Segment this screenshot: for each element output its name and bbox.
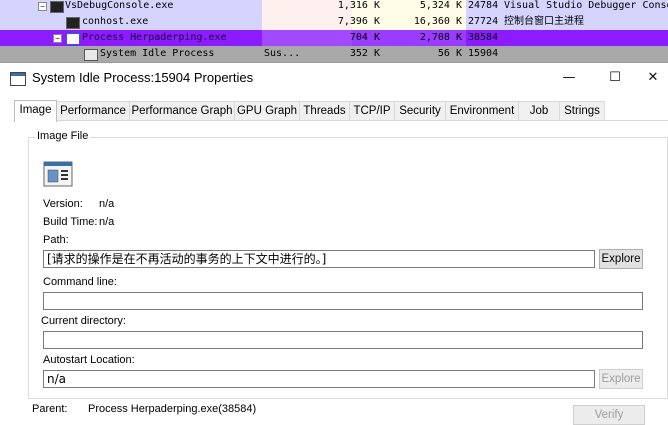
private-bytes: 704 K bbox=[349, 32, 380, 43]
working-set: 56 K bbox=[437, 48, 462, 59]
tab-performance[interactable]: Performance bbox=[56, 101, 130, 121]
build-time-value: n/a bbox=[99, 216, 115, 228]
window-icon bbox=[10, 72, 26, 86]
properties-dialog: System Idle Process:15904 Properties — ☐… bbox=[0, 62, 668, 425]
process-row[interactable]: − VsDebugConsole.exe 1,316 K 5,324 K 247… bbox=[0, 0, 668, 14]
tab-strings[interactable]: Strings bbox=[559, 101, 605, 121]
title-bar[interactable]: System Idle Process:15904 Properties — ☐… bbox=[0, 63, 668, 93]
tab-performance-graph[interactable]: Performance Graph bbox=[129, 101, 235, 121]
command-line-label: Command line: bbox=[43, 276, 117, 288]
process-name: conhost.exe bbox=[82, 16, 149, 27]
tab-gpu-graph[interactable]: GPU Graph bbox=[234, 101, 300, 121]
console-app-icon bbox=[50, 1, 64, 13]
maximize-button[interactable]: ☐ bbox=[592, 66, 638, 90]
collapse-icon[interactable]: − bbox=[38, 2, 47, 11]
image-file-group: Image File Version: n/a Build Time: n/a … bbox=[28, 130, 668, 399]
path-label: Path: bbox=[43, 234, 69, 246]
image-tab-panel: Image File Version: n/a Build Time: n/a … bbox=[14, 120, 668, 425]
version-value: n/a bbox=[99, 198, 115, 210]
current-directory-label: Current directory: bbox=[41, 315, 126, 327]
tab-security[interactable]: Security bbox=[394, 101, 446, 121]
process-name: System Idle Process bbox=[100, 48, 215, 59]
parent-label: Parent: bbox=[32, 403, 68, 415]
tab-environment[interactable]: Environment bbox=[445, 101, 519, 121]
window-title: System Idle Process:15904 Properties bbox=[32, 70, 254, 85]
tab-job[interactable]: Job bbox=[518, 101, 560, 121]
pid: 24784 bbox=[468, 0, 499, 11]
path-field[interactable]: [请求的操作是在不再活动的事务的上下文中进行的。] bbox=[43, 250, 595, 268]
tab-threads[interactable]: Threads bbox=[299, 101, 350, 121]
process-name: Process Herpaderping.exe bbox=[82, 32, 227, 43]
close-button[interactable]: ✕ bbox=[638, 66, 668, 90]
autostart-label: Autostart Location: bbox=[43, 354, 135, 366]
current-directory-field[interactable] bbox=[43, 331, 643, 349]
process-list: − VsDebugConsole.exe 1,316 K 5,324 K 247… bbox=[0, 0, 668, 62]
private-bytes: 352 K bbox=[349, 48, 380, 59]
build-time-label: Build Time: bbox=[43, 216, 98, 228]
app-window-icon bbox=[66, 33, 80, 45]
pid: 15904 bbox=[468, 48, 499, 59]
private-bytes: 7,396 K bbox=[337, 16, 380, 27]
working-set: 5,324 K bbox=[419, 0, 462, 11]
console-app-icon bbox=[66, 17, 80, 29]
generic-app-icon bbox=[84, 49, 98, 61]
application-icon bbox=[43, 161, 73, 187]
autostart-field[interactable]: n/a bbox=[43, 370, 595, 388]
process-row[interactable]: conhost.exe 7,396 K 16,360 K 27724 控制台窗口… bbox=[0, 14, 668, 30]
pid: 38584 bbox=[468, 32, 499, 43]
working-set: 16,360 K bbox=[413, 16, 462, 27]
explore-button[interactable]: Explore bbox=[599, 249, 643, 269]
pid: 27724 bbox=[468, 16, 499, 27]
process-row[interactable]: System Idle Process Sus... 352 K 56 K 15… bbox=[0, 46, 668, 62]
private-bytes: 1,316 K bbox=[337, 0, 380, 11]
collapse-icon[interactable]: − bbox=[53, 34, 62, 43]
verify-button[interactable]: Verify bbox=[573, 405, 645, 425]
description: 控制台窗口主进程 bbox=[504, 16, 584, 27]
process-name: VsDebugConsole.exe bbox=[65, 0, 174, 11]
autostart-explore-button[interactable]: Explore bbox=[599, 369, 643, 389]
version-label: Version: bbox=[43, 198, 83, 210]
command-line-field[interactable] bbox=[43, 292, 643, 310]
description: Visual Studio Debugger Conso bbox=[504, 0, 668, 11]
minimize-button[interactable]: — bbox=[546, 66, 592, 90]
process-row[interactable]: − Process Herpaderping.exe 704 K 2,708 K… bbox=[0, 30, 668, 46]
working-set: 2,708 K bbox=[419, 32, 462, 43]
group-label: Image File bbox=[35, 130, 91, 142]
tab-image[interactable]: Image bbox=[14, 100, 57, 122]
parent-value: Process Herpaderping.exe(38584) bbox=[88, 403, 257, 415]
tab-tcpip[interactable]: TCP/IP bbox=[349, 101, 395, 121]
